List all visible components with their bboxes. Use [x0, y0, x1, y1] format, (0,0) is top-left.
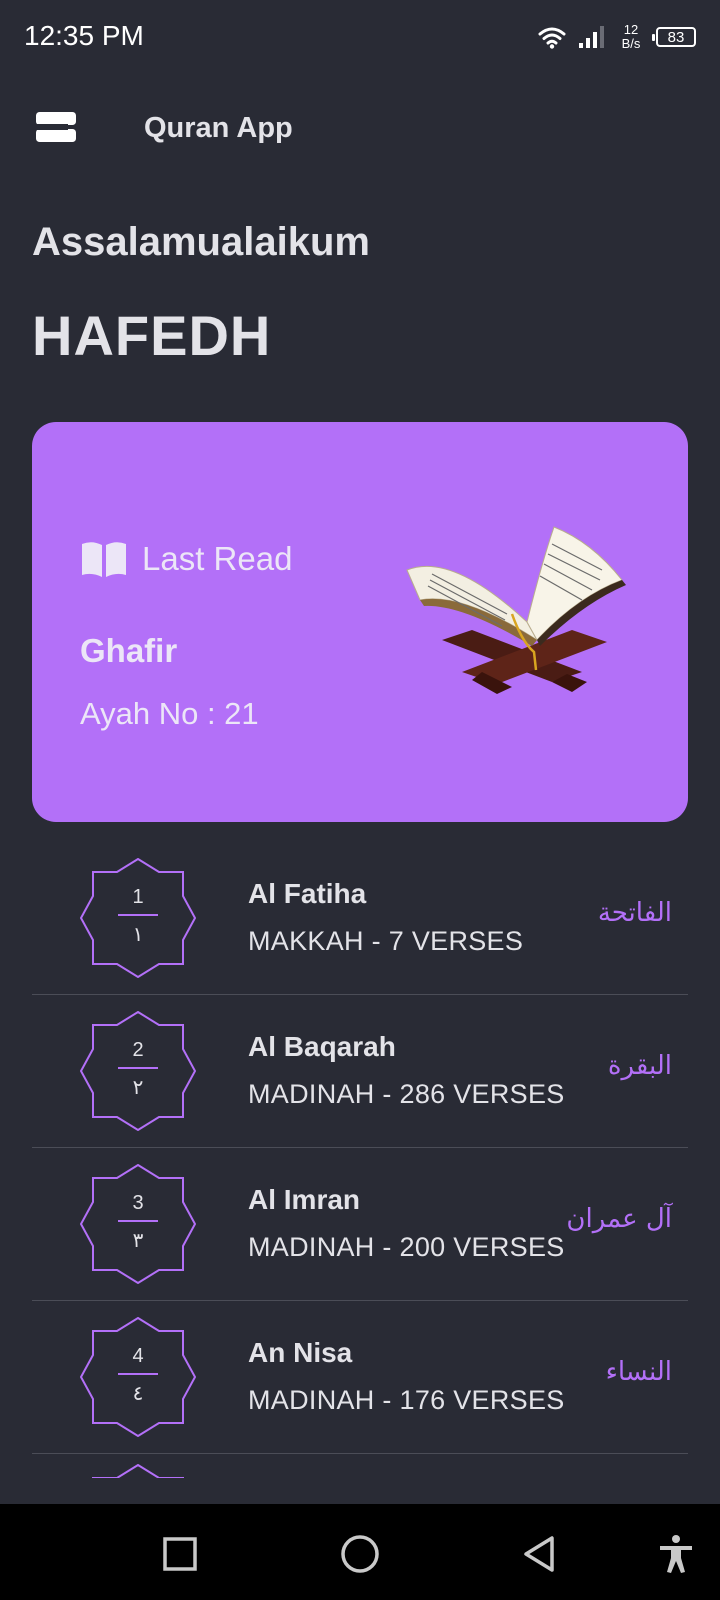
network-speed: 12 B/s — [618, 23, 644, 51]
surah-number: 4 — [132, 1345, 144, 1367]
quran-illustration — [406, 526, 626, 694]
badge-divider — [118, 1373, 158, 1375]
octagram-badge-icon — [79, 1316, 197, 1438]
back-triangle-icon[interactable] — [520, 1534, 560, 1574]
octagram-badge-icon — [79, 857, 197, 979]
last-read-ayah: Ayah No : 21 — [80, 696, 259, 731]
surah-list-item[interactable]: 1 ١ Al Fatiha MAKKAH - 7 VERSES الفاتحة — [32, 842, 688, 995]
surah-name: Al Imran — [248, 1184, 361, 1215]
badge-divider — [118, 914, 158, 916]
surah-number-arabic: ٣ — [132, 1230, 144, 1252]
surah-arabic-name: البقرة — [607, 1051, 672, 1081]
surah-number-arabic: ١ — [132, 924, 144, 946]
wifi-icon — [538, 27, 566, 49]
surah-number: 2 — [132, 1039, 144, 1061]
last-read-surah: Ghafir — [80, 632, 178, 669]
octagram-badge-icon — [79, 1163, 197, 1285]
surah-number-badge: 3 ٣ — [79, 1163, 197, 1285]
system-navigation-bar — [0, 1504, 720, 1600]
surah-meta: MAKKAH - 7 VERSES — [248, 926, 524, 956]
surah-name: Al Fatiha — [248, 878, 367, 909]
octagram-badge-icon — [79, 1010, 197, 1132]
surah-meta: MADINAH - 200 VERSES — [248, 1232, 565, 1262]
surah-number-arabic: ٢ — [132, 1077, 144, 1099]
surah-number-badge: 4 ٤ — [79, 1316, 197, 1438]
surah-meta: MADINAH - 286 VERSES — [248, 1079, 565, 1109]
octagram-badge-icon — [92, 1464, 184, 1478]
surah-arabic-name: آل عمران — [566, 1204, 672, 1234]
surah-number: 1 — [132, 886, 144, 908]
recents-square-icon[interactable] — [160, 1534, 200, 1574]
surah-number: 3 — [132, 1192, 144, 1214]
home-circle-icon[interactable] — [340, 1534, 380, 1574]
status-icons: 12 B/s 83 — [538, 20, 696, 54]
menu-icon[interactable] — [36, 112, 76, 144]
surah-number-arabic: ٤ — [132, 1383, 144, 1405]
surah-list-item[interactable]: 4 ٤ An Nisa MADINAH - 176 VERSES النساء — [32, 1301, 688, 1454]
surah-name: An Nisa — [248, 1337, 353, 1368]
signal-icon — [579, 26, 604, 48]
surah-number-badge: 2 ٢ — [79, 1010, 197, 1132]
last-read-card[interactable]: Last Read Ghafir Ayah No : 21 — [32, 422, 688, 822]
open-book-icon — [82, 542, 126, 577]
battery-icon: 83 — [652, 27, 696, 47]
badge-divider — [118, 1220, 158, 1222]
app-bar: Quran App — [0, 100, 720, 160]
status-bar: 12:35 PM 12 B/s 83 — [0, 0, 720, 74]
surah-arabic-name: الفاتحة — [597, 898, 672, 928]
last-read-label: Last Read — [142, 540, 293, 577]
badge-divider — [118, 1067, 158, 1069]
accessibility-icon[interactable] — [656, 1534, 696, 1574]
network-speed-unit: B/s — [621, 36, 641, 51]
app-title: Quran App — [144, 112, 293, 144]
last-read-header: Last Read — [80, 540, 292, 578]
user-name: HAFEDH — [32, 304, 272, 367]
battery-level: 83 — [667, 28, 685, 46]
network-speed-value: 12 — [623, 22, 639, 37]
surah-number-badge-partial — [80, 1464, 196, 1478]
surah-number-badge: 1 ١ — [79, 857, 197, 979]
surah-name: Al Baqarah — [248, 1031, 396, 1062]
surah-list: 1 ١ Al Fatiha MAKKAH - 7 VERSES الفاتحة … — [32, 842, 688, 1454]
surah-arabic-name: النساء — [605, 1357, 672, 1387]
surah-meta: MADINAH - 176 VERSES — [248, 1385, 565, 1415]
surah-list-item[interactable]: 2 ٢ Al Baqarah MADINAH - 286 VERSES البق… — [32, 995, 688, 1148]
status-time: 12:35 PM — [24, 20, 144, 51]
greeting-text: Assalamualaikum — [32, 220, 370, 264]
surah-list-item[interactable]: 3 ٣ Al Imran MADINAH - 200 VERSES آل عمر… — [32, 1148, 688, 1301]
